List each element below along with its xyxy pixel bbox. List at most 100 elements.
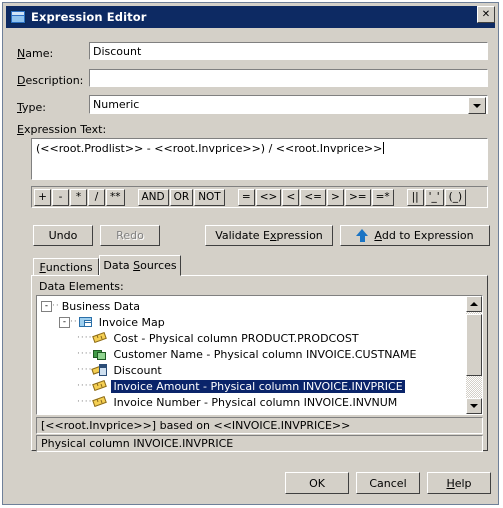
tree-expander[interactable]: - bbox=[59, 316, 70, 328]
expression-textarea[interactable]: (<<root.Prodlist>> - <<root.Invprice>>) … bbox=[31, 138, 488, 180]
up-arrow-icon bbox=[356, 229, 369, 242]
tab-data-sources-accel: S bbox=[133, 259, 141, 272]
expression-value: (<<root.Prodlist>> - <<root.Invprice>>) … bbox=[36, 142, 383, 155]
ruler-icon bbox=[92, 331, 108, 345]
tree-connector: ·· bbox=[52, 301, 60, 311]
status-line-binding: [<<root.Invprice>>] based on <<INVOICE.I… bbox=[36, 417, 483, 434]
scroll-down-icon[interactable] bbox=[466, 398, 482, 414]
tree-connector: ···· bbox=[77, 333, 93, 343]
ruler-icon bbox=[92, 395, 108, 409]
tree-node-label: Invoice Number - Physical column INVOICE… bbox=[113, 395, 398, 409]
expression-editor-dialog: Expression Editor ✕ Name: Discount Descr… bbox=[2, 2, 499, 505]
tree-node[interactable]: - ·· Invoice Map bbox=[37, 314, 465, 330]
tab-data-sources[interactable]: Data Sources bbox=[99, 255, 181, 276]
text-caret bbox=[383, 142, 385, 154]
type-combobox[interactable]: Numeric bbox=[89, 95, 488, 114]
tab-functions[interactable]: Functions bbox=[33, 258, 99, 276]
tree-expander[interactable]: - bbox=[41, 300, 52, 312]
operator-multiply[interactable]: * bbox=[70, 188, 87, 206]
window-title: Expression Editor bbox=[31, 10, 147, 24]
scroll-up-icon[interactable] bbox=[466, 296, 482, 312]
calculator-icon bbox=[91, 363, 108, 377]
tree-node[interactable]: ···· Discount bbox=[37, 362, 465, 378]
operator-or[interactable]: OR bbox=[169, 188, 194, 206]
help-button[interactable]: Help bbox=[427, 472, 491, 494]
tree-node-label: Business Data bbox=[61, 299, 141, 313]
help-label-rest: elp bbox=[454, 476, 472, 490]
expression-label: Expression Text: bbox=[17, 123, 106, 136]
name-label-rest: ame: bbox=[25, 47, 54, 60]
tree-node-label: Cost - Physical column PRODUCT.PRODCOST bbox=[113, 331, 359, 345]
operator-power[interactable]: ** bbox=[106, 188, 125, 206]
operator-equals[interactable]: = bbox=[237, 188, 255, 206]
data-elements-label: Data Elements: bbox=[39, 280, 124, 293]
tree-connector: ···· bbox=[77, 349, 93, 359]
operator-minus[interactable]: - bbox=[52, 188, 69, 206]
operator-not-equals[interactable]: <> bbox=[255, 188, 282, 206]
title-bar: Expression Editor bbox=[6, 6, 495, 28]
tab-functions-label: unctions bbox=[45, 261, 93, 274]
redo-button: Redo bbox=[100, 225, 160, 246]
green-book-icon bbox=[92, 347, 108, 361]
chevron-down-icon[interactable] bbox=[468, 97, 486, 114]
operator-parens[interactable]: (_) bbox=[444, 188, 467, 206]
operator-concat[interactable]: || bbox=[406, 188, 424, 206]
name-accel: N bbox=[17, 47, 26, 60]
tree-node[interactable]: ···· Invoice Number - Physical column INV… bbox=[37, 394, 465, 410]
tree-node[interactable]: - ·· Business Data bbox=[37, 298, 465, 314]
add-to-expression-button[interactable]: Add to Expression bbox=[340, 225, 490, 246]
name-label: Name: bbox=[17, 47, 53, 60]
tree-connector: ···· bbox=[77, 381, 93, 391]
tree-node-label: Customer Name - Physical column INVOICE.… bbox=[113, 347, 417, 361]
type-value: Numeric bbox=[93, 98, 140, 111]
operator-less-than[interactable]: < bbox=[282, 188, 300, 206]
validate-label-b: pression bbox=[276, 229, 323, 242]
tree-node-label: Discount bbox=[113, 363, 162, 377]
operator-divide[interactable]: / bbox=[88, 188, 105, 206]
validate-label-a: Validate E bbox=[215, 229, 270, 242]
tree-node-label: Invoice Map bbox=[98, 315, 165, 329]
ok-button[interactable]: OK bbox=[285, 472, 349, 494]
tree-connector: ···· bbox=[77, 397, 93, 407]
undo-button[interactable]: Undo bbox=[33, 225, 93, 246]
operator-plus[interactable]: + bbox=[34, 188, 51, 206]
help-accel: H bbox=[446, 476, 455, 490]
tab-data-sources-label-b: ources bbox=[140, 259, 177, 272]
tree-node[interactable]: ···· Customer Name - Physical column INVO… bbox=[37, 346, 465, 362]
operator-not[interactable]: NOT bbox=[194, 188, 225, 206]
operator-less-equal[interactable]: <= bbox=[300, 188, 326, 206]
map-icon bbox=[78, 315, 94, 329]
description-input[interactable] bbox=[89, 69, 488, 87]
data-elements-tree[interactable]: - ·· Business Data - ·· Invoice Map ···· Cost -… bbox=[36, 295, 483, 415]
tree-node[interactable]: ···· Cost - Physical column PRODUCT.PRODC… bbox=[37, 330, 465, 346]
operator-outer-join[interactable]: =* bbox=[371, 188, 394, 206]
operator-greater-than[interactable]: > bbox=[326, 188, 344, 206]
ruler-icon bbox=[92, 379, 108, 393]
operator-quote[interactable]: '_' bbox=[424, 188, 444, 206]
window-icon bbox=[10, 10, 26, 24]
tree-node-label: Invoice Amount - Physical column INVOICE… bbox=[111, 379, 405, 393]
tree-connector: ···· bbox=[77, 365, 93, 375]
validate-expression-button[interactable]: Validate Ex pression bbox=[205, 225, 333, 246]
close-icon[interactable]: ✕ bbox=[477, 6, 495, 23]
scrollbar-track[interactable] bbox=[466, 312, 482, 398]
cancel-button[interactable]: Cancel bbox=[356, 472, 420, 494]
tree-connector: ·· bbox=[70, 317, 78, 327]
operator-and[interactable]: AND bbox=[137, 188, 169, 206]
add-label-rest: dd to Expression bbox=[381, 229, 474, 242]
tree-scrollbar[interactable] bbox=[466, 296, 482, 414]
name-input[interactable]: Discount bbox=[89, 42, 488, 60]
operator-toolbar: + - * / ** AND OR NOT = <> < <= > >= =* … bbox=[31, 186, 488, 208]
operator-greater-equal[interactable]: >= bbox=[344, 188, 371, 206]
expression-accel: E bbox=[17, 123, 24, 136]
type-label-rest: ype: bbox=[22, 101, 46, 114]
type-label: Type: bbox=[17, 101, 46, 114]
status-line-description: Physical column INVOICE.INVPRICE bbox=[36, 435, 483, 452]
add-accel: A bbox=[374, 229, 382, 242]
description-label: Description: bbox=[17, 74, 83, 87]
tab-data-sources-label-a: Data bbox=[103, 259, 134, 272]
expression-label-rest: xpression Text: bbox=[23, 123, 107, 136]
tree-node[interactable]: ···· Invoice Amount - Physical column INV… bbox=[37, 378, 465, 394]
scrollbar-thumb[interactable] bbox=[466, 314, 482, 376]
description-label-rest: escription: bbox=[25, 74, 84, 87]
